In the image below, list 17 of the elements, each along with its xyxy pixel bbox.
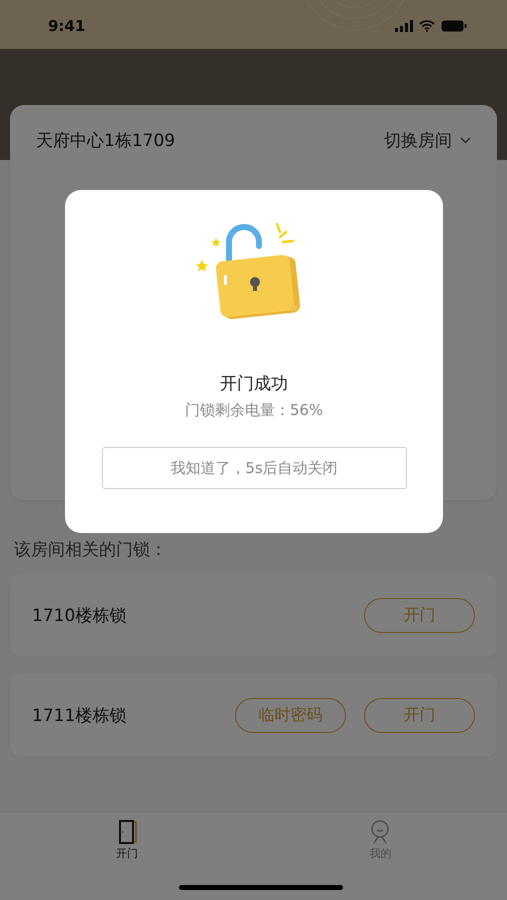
lock-name: 1710楼栋锁 [32,604,126,626]
status-time: 9:41 [48,17,86,35]
switch-room-button[interactable]: 切换房间 [384,129,471,152]
section-label: 该房间相关的门锁： [14,539,168,561]
temp-password-button[interactable]: 临时密码 [235,698,346,732]
signal-icon [395,20,413,32]
battery-icon [441,20,467,32]
confirm-button[interactable]: 我知道了，5s后自动关闭 [102,447,406,489]
wifi-icon [419,20,435,32]
open-door-button[interactable]: 开门 [364,698,475,732]
dialog-title: 开门成功 [220,373,288,395]
tab-item[interactable]: 开门 [112,820,141,864]
room-name: 天府中心1栋1709 [36,130,176,152]
battery-level-text: 门锁剩余电量：56% [184,401,324,420]
chevron-down-icon [460,137,471,144]
lock-name: 1711楼栋锁 [32,704,126,726]
open-door-button[interactable]: 开门 [364,598,475,632]
